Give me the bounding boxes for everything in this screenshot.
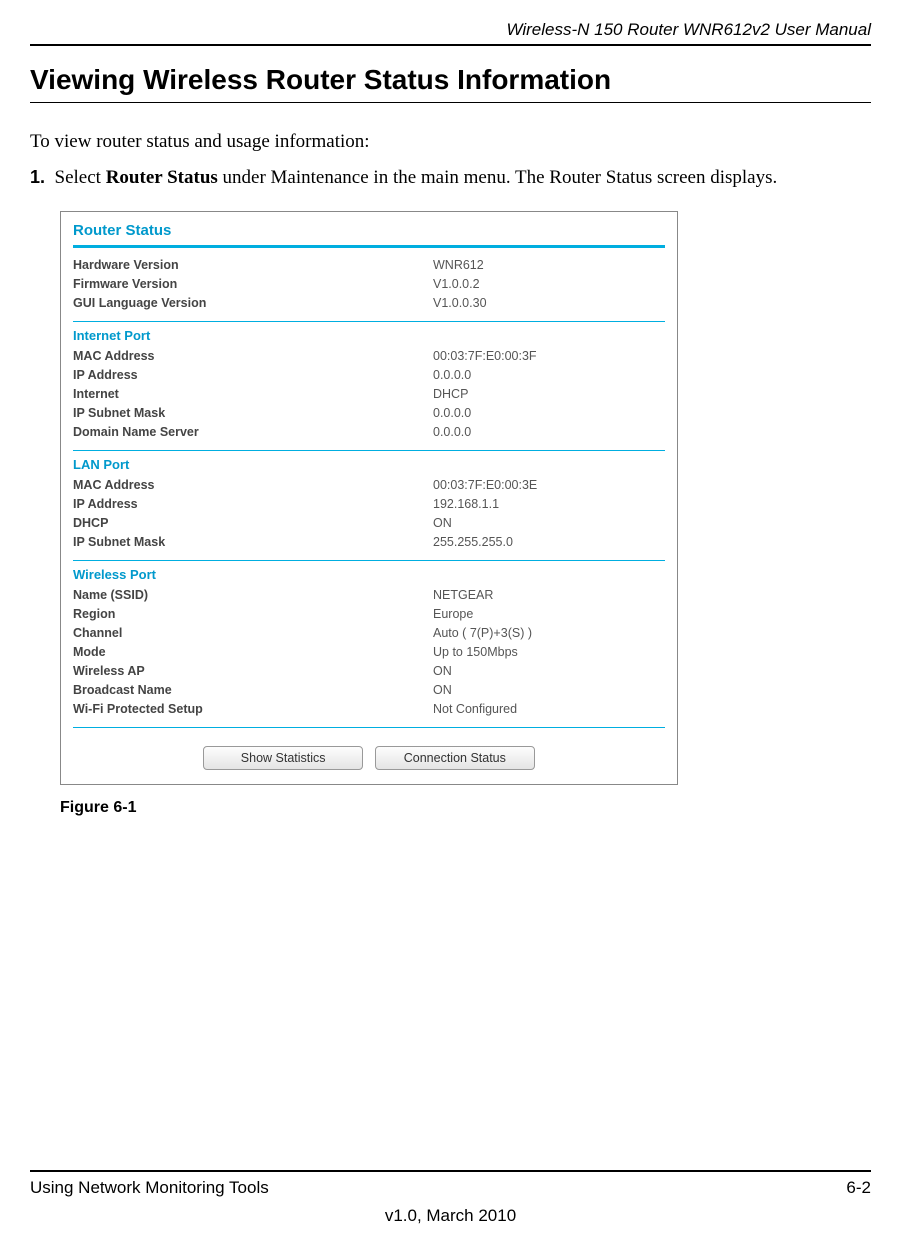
status-row: MAC Address00:03:7F:E0:00:3E (73, 476, 665, 495)
title-rule (30, 102, 871, 103)
status-row: Wireless APON (73, 662, 665, 681)
row-value: Not Configured (433, 700, 517, 719)
row-value: ON (433, 681, 452, 700)
status-row: IP Subnet Mask255.255.255.0 (73, 533, 665, 552)
status-row: Wi-Fi Protected SetupNot Configured (73, 700, 665, 719)
divider (73, 450, 665, 451)
row-value: ON (433, 662, 452, 681)
connection-status-button[interactable]: Connection Status (375, 746, 535, 770)
row-value: 192.168.1.1 (433, 495, 499, 514)
row-value: Auto ( 7(P)+3(S) ) (433, 624, 532, 643)
row-label: Wireless AP (73, 662, 433, 681)
status-row: GUI Language VersionV1.0.0.30 (73, 294, 665, 313)
row-value: WNR612 (433, 256, 484, 275)
status-row: ModeUp to 150Mbps (73, 643, 665, 662)
section-title: Viewing Wireless Router Status Informati… (30, 64, 871, 96)
status-row: IP Address0.0.0.0 (73, 366, 665, 385)
row-label: Mode (73, 643, 433, 662)
divider (73, 321, 665, 322)
row-value: 0.0.0.0 (433, 404, 471, 423)
row-value: 0.0.0.0 (433, 366, 471, 385)
row-value: 255.255.255.0 (433, 533, 513, 552)
row-label: DHCP (73, 514, 433, 533)
row-label: GUI Language Version (73, 294, 433, 313)
status-row: Firmware VersionV1.0.0.2 (73, 275, 665, 294)
row-value: 00:03:7F:E0:00:3E (433, 476, 537, 495)
step-suffix: under Maintenance in the main menu. The … (218, 167, 777, 188)
status-row: DHCPON (73, 514, 665, 533)
footer-right-page: 6-2 (846, 1178, 871, 1198)
internet-port-heading: Internet Port (73, 328, 665, 343)
footer-left: Using Network Monitoring Tools (30, 1178, 269, 1198)
row-label: MAC Address (73, 476, 433, 495)
header-rule (30, 44, 871, 46)
panel-title: Router Status (73, 222, 665, 239)
row-label: IP Subnet Mask (73, 533, 433, 552)
manual-title-header: Wireless-N 150 Router WNR612v2 User Manu… (30, 20, 871, 40)
intro-text: To view router status and usage informat… (30, 131, 871, 153)
status-row: Hardware VersionWNR612 (73, 256, 665, 275)
step-1: 1. Select Router Status under Maintenanc… (30, 167, 871, 189)
step-number: 1. (30, 167, 45, 187)
row-value: DHCP (433, 385, 468, 404)
row-label: Wi-Fi Protected Setup (73, 700, 433, 719)
row-value: Up to 150Mbps (433, 643, 518, 662)
divider (73, 245, 665, 248)
status-row: Domain Name Server0.0.0.0 (73, 423, 665, 442)
step-prefix: Select (55, 167, 106, 188)
status-row: MAC Address00:03:7F:E0:00:3F (73, 347, 665, 366)
lan-port-heading: LAN Port (73, 457, 665, 472)
row-label: Region (73, 605, 433, 624)
row-label: IP Address (73, 366, 433, 385)
row-label: Broadcast Name (73, 681, 433, 700)
row-label: Channel (73, 624, 433, 643)
footer-version: v1.0, March 2010 (30, 1206, 871, 1226)
row-label: IP Address (73, 495, 433, 514)
row-value: 00:03:7F:E0:00:3F (433, 347, 537, 366)
row-label: Firmware Version (73, 275, 433, 294)
divider (73, 560, 665, 561)
row-value: 0.0.0.0 (433, 423, 471, 442)
status-row: RegionEurope (73, 605, 665, 624)
step-bold: Router Status (106, 167, 218, 188)
figure-caption: Figure 6-1 (60, 799, 678, 817)
footer-rule (30, 1170, 871, 1172)
status-row: IP Address192.168.1.1 (73, 495, 665, 514)
status-row: Name (SSID)NETGEAR (73, 586, 665, 605)
row-value: ON (433, 514, 452, 533)
row-label: Domain Name Server (73, 423, 433, 442)
row-label: MAC Address (73, 347, 433, 366)
row-label: IP Subnet Mask (73, 404, 433, 423)
row-value: V1.0.0.2 (433, 275, 480, 294)
row-value: Europe (433, 605, 473, 624)
button-row: Show Statistics Connection Status (73, 734, 665, 770)
status-row: IP Subnet Mask0.0.0.0 (73, 404, 665, 423)
divider (73, 727, 665, 728)
wireless-port-heading: Wireless Port (73, 567, 665, 582)
row-value: NETGEAR (433, 586, 493, 605)
show-statistics-button[interactable]: Show Statistics (203, 746, 363, 770)
row-value: V1.0.0.30 (433, 294, 487, 313)
router-status-panel: Router Status Hardware VersionWNR612 Fir… (60, 211, 678, 785)
status-row: ChannelAuto ( 7(P)+3(S) ) (73, 624, 665, 643)
row-label: Name (SSID) (73, 586, 433, 605)
row-label: Internet (73, 385, 433, 404)
status-row: InternetDHCP (73, 385, 665, 404)
row-label: Hardware Version (73, 256, 433, 275)
status-row: Broadcast NameON (73, 681, 665, 700)
